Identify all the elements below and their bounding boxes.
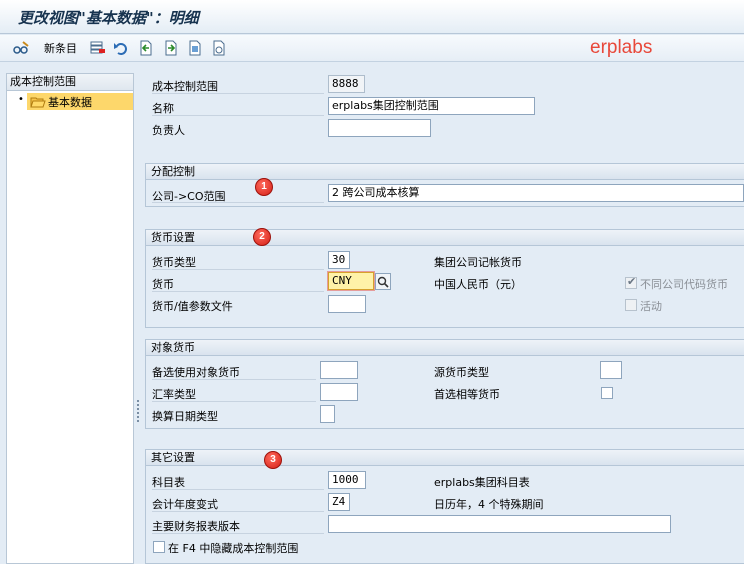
tree-item-label: 基本数据: [48, 95, 92, 109]
folder-open-icon: [30, 97, 46, 107]
fiscal-year-variant-description: 日历年，4 个特殊期间: [434, 498, 544, 511]
glasses-edit-icon: [13, 41, 29, 54]
undo-icon: [114, 43, 127, 55]
chart-of-accounts-description: erplabs集团科目表: [434, 476, 530, 489]
alt-object-currency-field[interactable]: [320, 361, 358, 379]
hide-in-f4-label: 在 F4 中隐藏成本控制范围: [168, 542, 299, 555]
diff-company-currency-label: 不同公司代码货币: [640, 278, 728, 291]
next-entry-icon: [165, 40, 177, 56]
new-entries-label: 新条目: [44, 42, 77, 55]
person-responsible-field[interactable]: [328, 119, 431, 137]
tree-item-basic-data[interactable]: • 基本数据: [7, 93, 133, 110]
undo-button[interactable]: [113, 38, 129, 58]
annotation-badge-2: 2: [253, 228, 271, 246]
chart-of-accounts-field[interactable]: 1000: [328, 471, 366, 489]
diff-company-currency-checkbox: ✔: [625, 275, 637, 289]
annotation-badge-3: 3: [264, 451, 282, 469]
assignment-control-title: 分配控制: [146, 164, 744, 180]
other-settings-title: 其它设置: [146, 450, 744, 466]
brand-watermark: erplabs: [590, 37, 653, 58]
object-currency-title: 对象货币: [146, 340, 744, 356]
currency-search-help-button[interactable]: [375, 273, 391, 290]
title-bar: 更改视图"基本数据"：明细: [0, 0, 744, 34]
name-label: 名称: [152, 102, 174, 115]
chart-of-accounts-label: 科目表: [152, 476, 185, 489]
new-entries-button[interactable]: 新条目: [40, 38, 77, 58]
currency-type-description: 集团公司记帐货币: [434, 256, 522, 269]
currency-field[interactable]: CNY: [327, 271, 375, 291]
name-field[interactable]: erplabs集团控制范围: [328, 97, 535, 115]
translation-date-type-field[interactable]: [320, 405, 335, 423]
translation-date-type-label: 换算日期类型: [152, 410, 218, 423]
application-toolbar: 新条目 erplabs: [0, 35, 744, 62]
dialog-structure-pane: 成本控制范围 • 基本数据: [6, 73, 134, 564]
prev-entry-icon: [140, 40, 152, 56]
currency-type-field[interactable]: 30: [328, 251, 350, 269]
annotation-badge-1: 1: [255, 178, 273, 196]
fiscal-year-variant-field[interactable]: Z4: [328, 493, 350, 511]
currency-settings-title: 货币设置: [146, 230, 744, 246]
page-title: 更改视图"基本数据"：明细: [18, 9, 199, 27]
currency-profile-label: 货币/值参数文件: [152, 300, 233, 313]
display-change-button[interactable]: [12, 38, 30, 58]
fiscal-year-variant-label: 会计年度变式: [152, 498, 218, 511]
check-mark-icon: ✔: [627, 275, 637, 288]
active-checkbox: [625, 299, 637, 311]
exchange-rate-type-label: 汇率类型: [152, 388, 196, 401]
fs-version-label: 主要财务报表版本: [152, 520, 240, 533]
delete-button[interactable]: [90, 38, 106, 58]
alt-object-currency-label: 备选使用对象货币: [152, 366, 240, 379]
tree-bullet-icon: •: [18, 94, 24, 105]
source-currency-type-label: 源货币类型: [434, 366, 489, 379]
hide-in-f4-checkbox[interactable]: [153, 541, 165, 553]
next-entry-button[interactable]: [163, 38, 179, 58]
previous-entry-button[interactable]: [138, 38, 154, 58]
object-currency-group: 对象货币: [145, 339, 744, 429]
currency-description: 中国人民币（元）: [434, 278, 522, 291]
pref-equal-currency-label: 首选相等货币: [434, 388, 500, 401]
pref-equal-currency-checkbox[interactable]: [601, 387, 613, 399]
pane-splitter[interactable]: [137, 398, 140, 428]
source-currency-type-field[interactable]: [600, 361, 622, 379]
search-icon: [377, 276, 389, 288]
company-co-area-field[interactable]: 2 跨公司成本核算: [328, 184, 744, 202]
person-responsible-label: 负责人: [152, 124, 185, 137]
select-all-button[interactable]: [211, 38, 227, 58]
currency-label: 货币: [152, 278, 174, 291]
select-all-icon: [213, 40, 225, 56]
active-label: 活动: [640, 300, 662, 313]
tree-header: 成本控制范围: [7, 74, 133, 91]
currency-type-label: 货币类型: [152, 256, 196, 269]
exchange-rate-type-field[interactable]: [320, 383, 358, 401]
controlling-area-field: 8888: [328, 75, 365, 93]
fs-version-field[interactable]: [328, 515, 671, 533]
export-button[interactable]: [187, 38, 203, 58]
controlling-area-label: 成本控制范围: [152, 80, 218, 93]
currency-profile-field[interactable]: [328, 295, 366, 313]
delete-row-icon: [90, 41, 105, 54]
export-icon: [189, 40, 201, 56]
